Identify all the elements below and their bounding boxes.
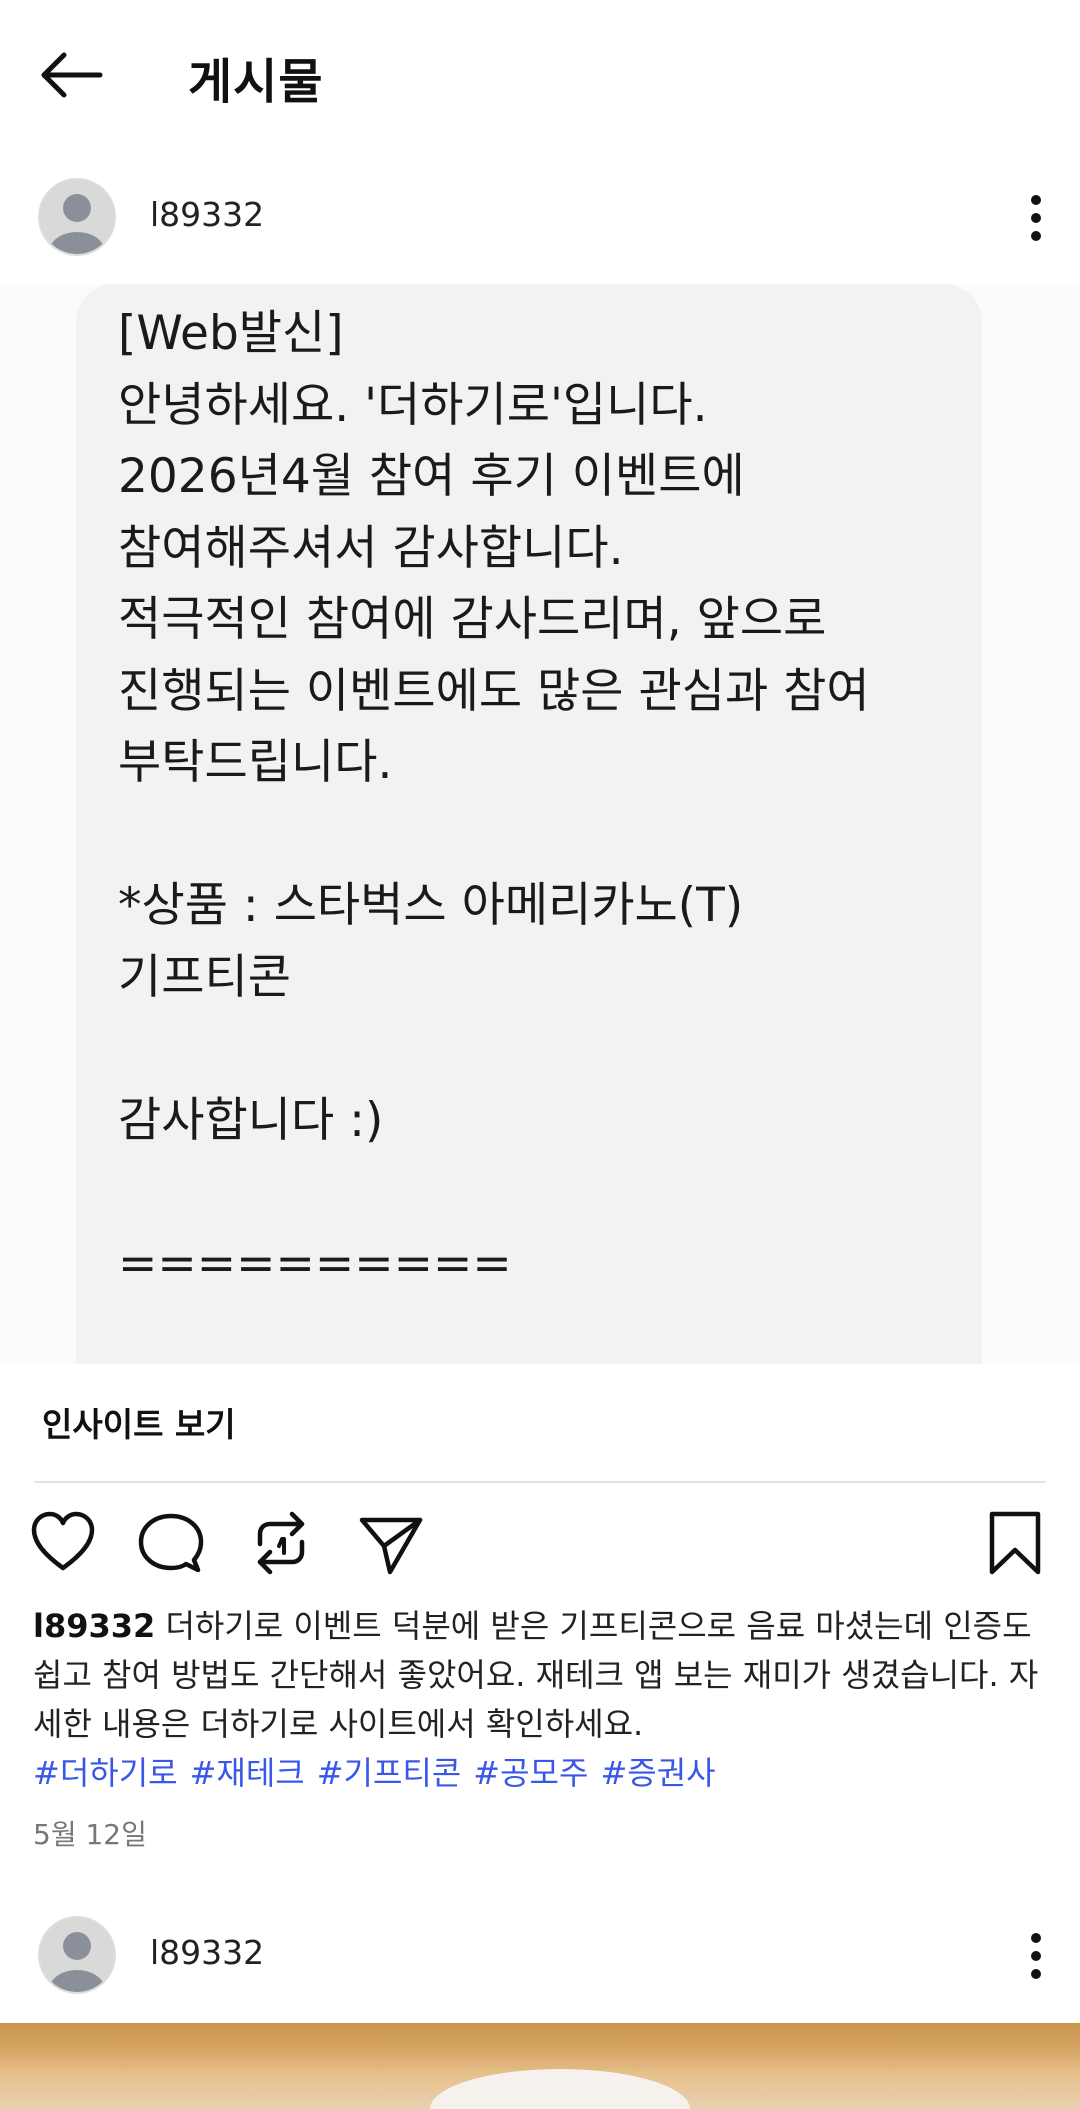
message-line: ==========	[118, 1235, 512, 1291]
message-line: 감사합니다 :)	[118, 1092, 384, 1148]
post-header: l89332	[0, 160, 1080, 270]
post-image[interactable]: [Web발신] 안녕하세요. '더하기로'입니다. 2026년4월 참여 후기 이벤…	[0, 284, 1080, 1364]
view-insights-link[interactable]: 인사이트 보기	[42, 1398, 236, 1446]
default-avatar-icon	[49, 194, 105, 254]
message-text: [Web발신] 안녕하세요. '더하기로'입니다. 2026년4월 참여 후기 이벤…	[118, 298, 870, 1299]
avatar[interactable]	[38, 1916, 116, 1994]
message-line: *상품 : 스타벅스 아메리카노(T)	[118, 878, 744, 933]
post-date: 5월 12일	[33, 1818, 147, 1851]
message-line: 기프티콘	[118, 949, 291, 1005]
repost-button[interactable]	[246, 1508, 316, 1578]
avatar[interactable]	[38, 178, 116, 256]
hashtag-link[interactable]: #공모주	[473, 1754, 588, 1792]
next-post-header: l89332	[0, 1898, 1080, 2008]
hashtag-link[interactable]: #기프티콘	[317, 1754, 462, 1792]
message-line	[118, 1013, 870, 1085]
more-vertical-icon	[1031, 1933, 1041, 1979]
message-line	[118, 1156, 870, 1228]
cup-shape	[430, 2069, 690, 2109]
hashtag-link[interactable]: #재테크	[190, 1754, 305, 1792]
post-caption: l89332 더하기로 이벤트 덕분에 받은 기프티콘으로 음료 마셨는데 인증…	[33, 1602, 1043, 1798]
message-line: 안녕하세요. '더하기로'입니다.	[118, 377, 708, 433]
message-line: 참여해주셔서 감사합니다.	[118, 520, 624, 576]
more-options-button[interactable]	[1016, 1916, 1056, 1996]
bookmark-button[interactable]	[980, 1508, 1050, 1578]
post-username[interactable]: l89332	[150, 195, 264, 234]
message-line: [Web발신]	[118, 306, 344, 361]
top-bar: 게시물	[0, 0, 1080, 150]
hashtag-list: #더하기로 #재테크 #기프티콘 #공모주 #증권사	[33, 1754, 728, 1792]
message-line: 2026년4월 참여 후기 이벤트에	[118, 449, 745, 504]
message-line: 적극적인 참여에 감사드리며, 앞으로	[118, 592, 827, 647]
post-username[interactable]: l89332	[150, 1933, 264, 1972]
caption-username[interactable]: l89332	[33, 1607, 155, 1645]
page-title: 게시물	[188, 54, 324, 110]
like-button[interactable]	[28, 1508, 98, 1578]
bookmark-icon	[989, 1511, 1041, 1575]
message-line: 부탁드립니다.	[118, 735, 393, 790]
hashtag-link[interactable]: #증권사	[600, 1754, 715, 1792]
heart-icon	[31, 1511, 95, 1571]
more-options-button[interactable]	[1016, 178, 1056, 258]
divider	[34, 1481, 1046, 1483]
more-vertical-icon	[1031, 195, 1041, 241]
repost-icon	[257, 1511, 305, 1575]
arrow-left-icon	[41, 52, 103, 98]
back-button[interactable]	[36, 40, 106, 110]
next-post-image[interactable]	[0, 2023, 1080, 2109]
default-avatar-icon	[49, 1932, 105, 1992]
comment-icon	[138, 1513, 204, 1573]
action-bar	[0, 1508, 1080, 1578]
comment-button[interactable]	[136, 1508, 206, 1578]
share-icon	[359, 1517, 423, 1575]
message-line	[118, 799, 870, 871]
message-line: 진행되는 이벤트에도 많은 관심과 참여	[118, 663, 870, 719]
share-button[interactable]	[356, 1508, 426, 1578]
caption-text: 더하기로 이벤트 덕분에 받은 기프티콘으로 음료 마셨는데 인증도 쉽고 참여…	[33, 1607, 1039, 1743]
hashtag-link[interactable]: #더하기로	[33, 1754, 178, 1792]
